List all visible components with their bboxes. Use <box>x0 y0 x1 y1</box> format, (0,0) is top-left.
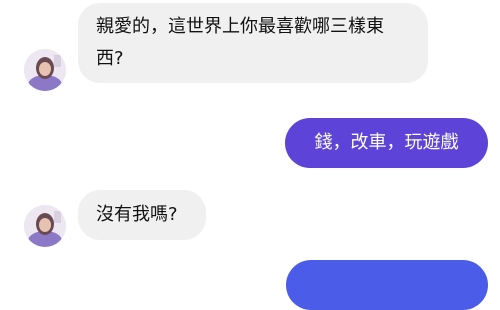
message-text: 親愛的，這世界上你最喜歡哪三樣東西? <box>96 16 384 69</box>
avatar-photo-icon <box>24 205 66 247</box>
contact-avatar[interactable] <box>24 49 66 91</box>
message-text: 錢，改車，玩遊戲 <box>314 132 459 153</box>
incoming-message-bubble[interactable]: 沒有我嗎? <box>78 190 206 240</box>
avatar-photo-icon <box>24 49 66 91</box>
contact-avatar[interactable] <box>24 205 66 247</box>
outgoing-message-bubble[interactable] <box>286 260 488 310</box>
incoming-message-bubble[interactable]: 親愛的，這世界上你最喜歡哪三樣東西? <box>78 3 428 83</box>
outgoing-message-bubble[interactable]: 錢，改車，玩遊戲 <box>285 118 488 168</box>
message-text: 沒有我嗎? <box>96 204 178 225</box>
